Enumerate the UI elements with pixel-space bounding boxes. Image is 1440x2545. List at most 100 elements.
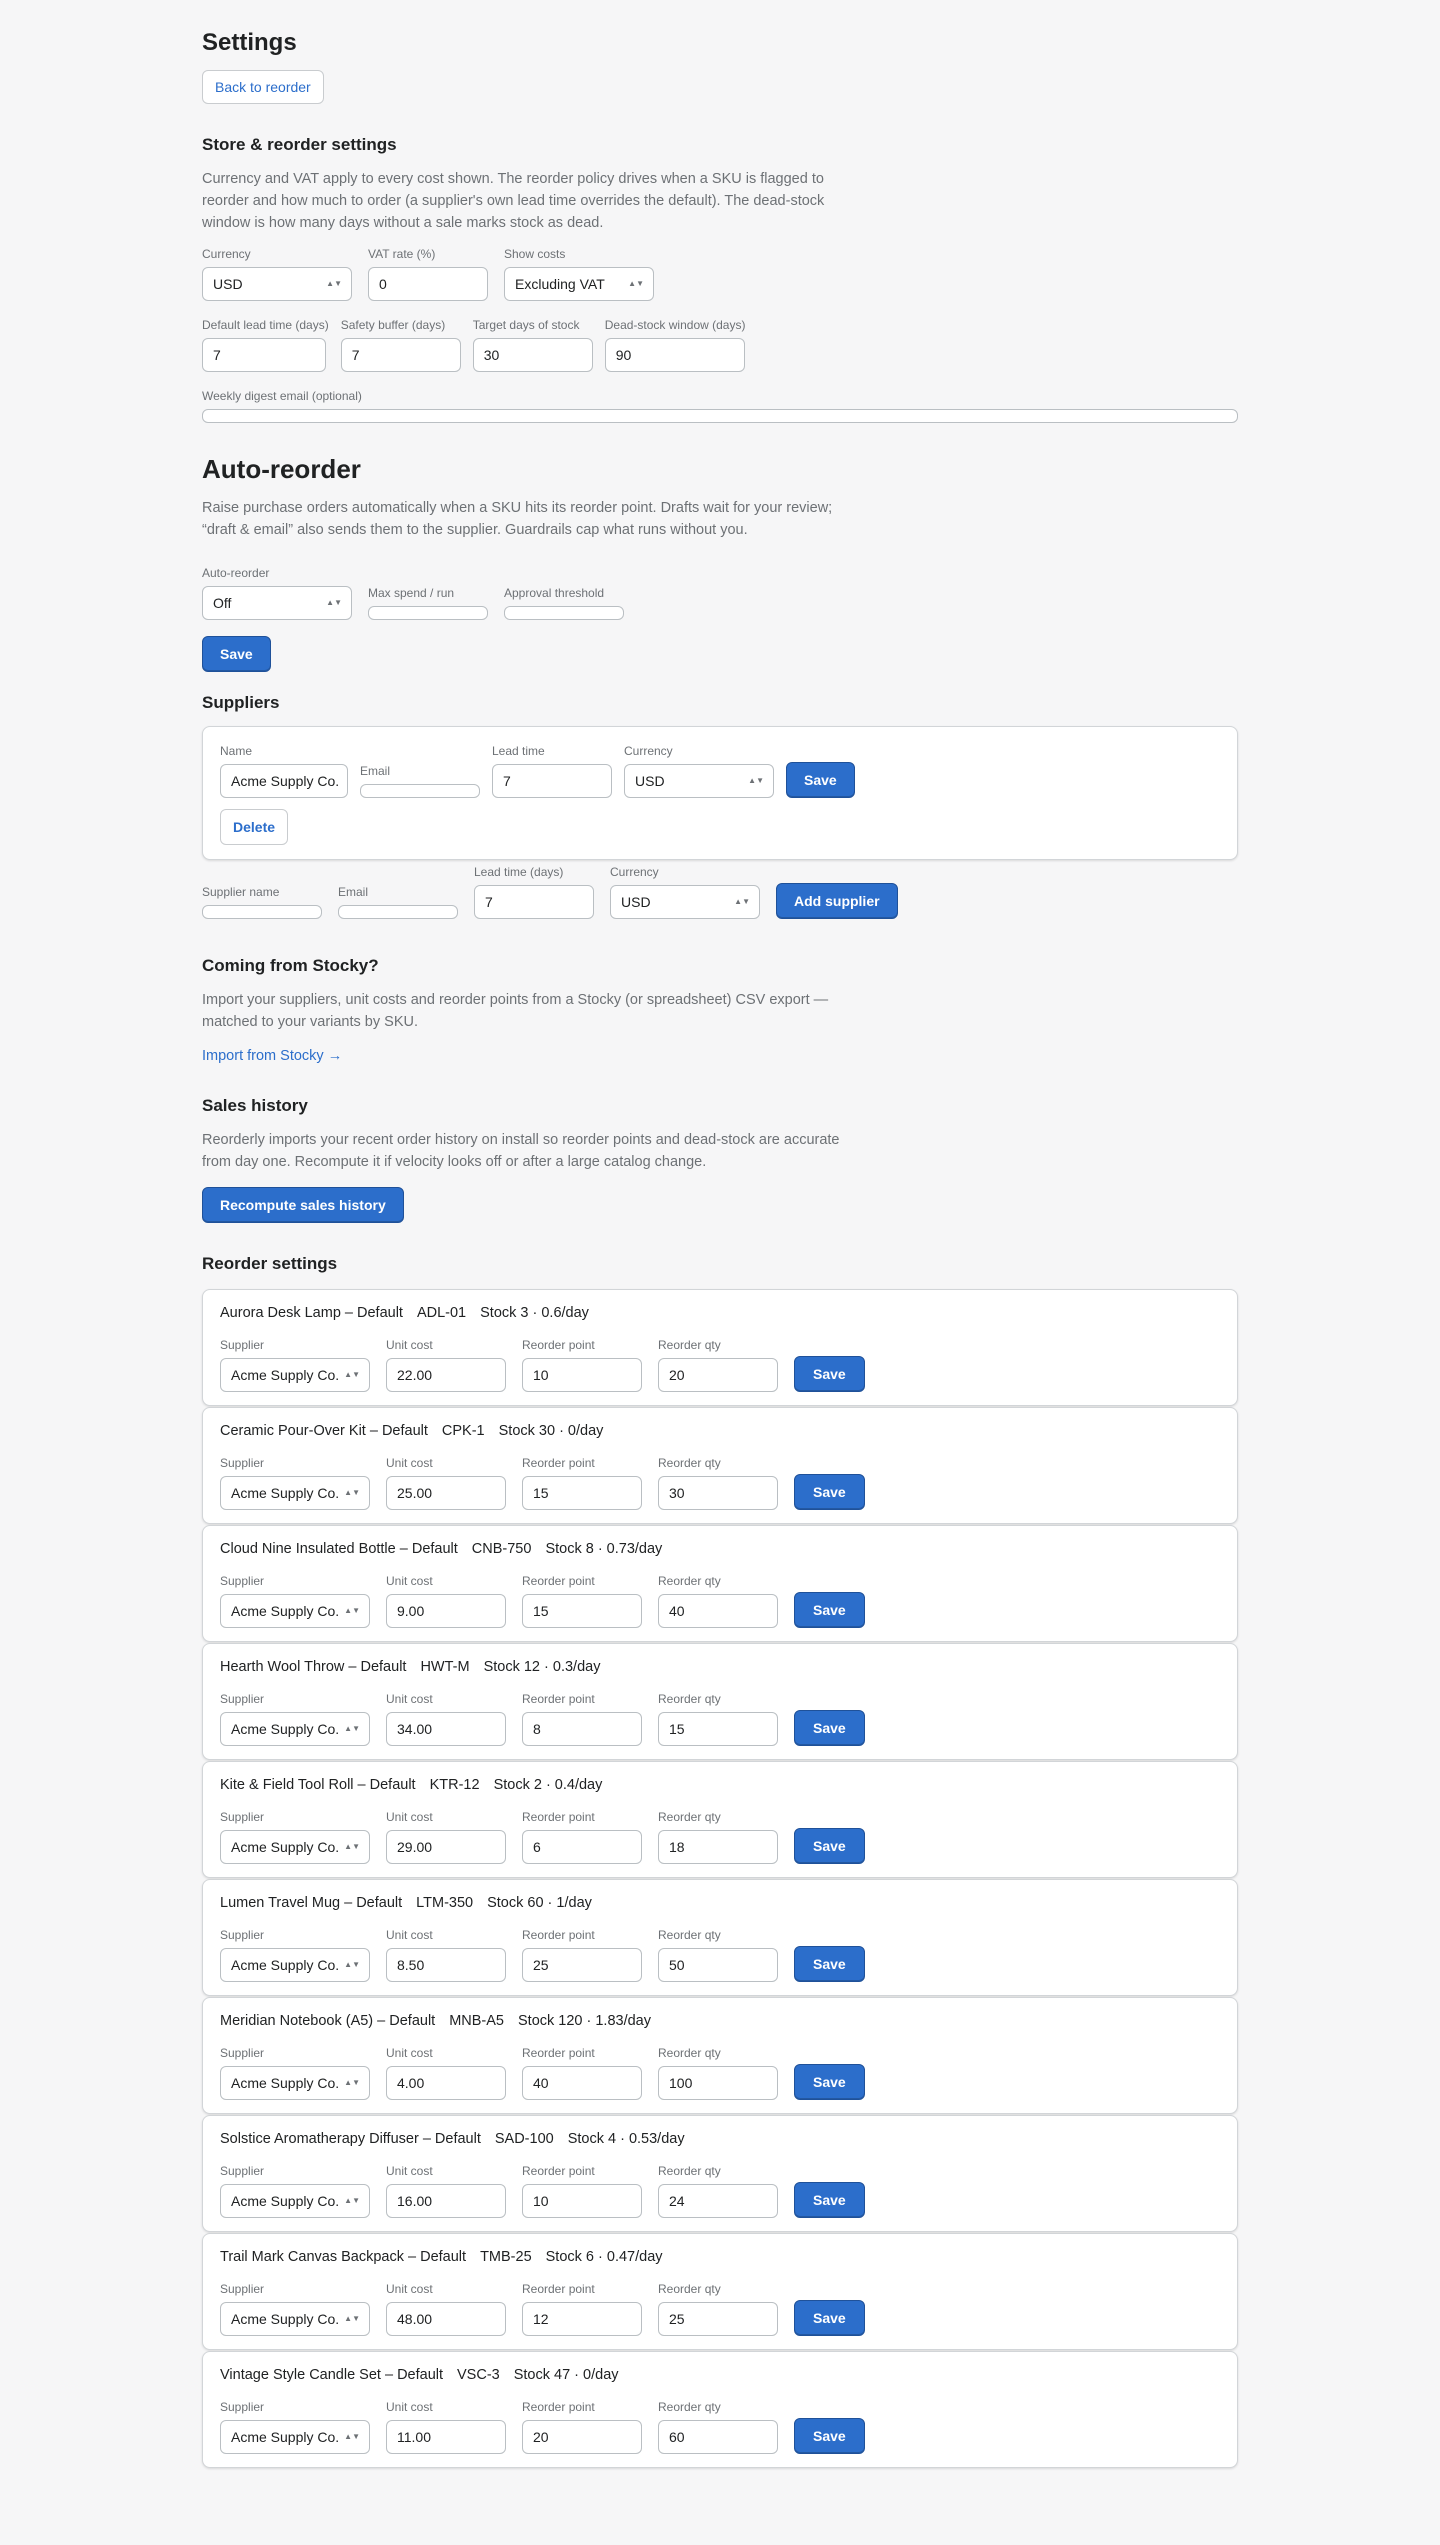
reorder-point-input[interactable]: 10 [522, 2184, 642, 2218]
back-to-reorder-button[interactable]: Back to reorder [202, 70, 324, 104]
unit-cost-input[interactable]: 16.00 [386, 2184, 506, 2218]
unit-cost-input[interactable]: 25.00 [386, 1476, 506, 1510]
row-save-button[interactable]: Save [794, 1946, 865, 1982]
reorder-qty-input[interactable]: 100 [658, 2066, 778, 2100]
row-supplier-select[interactable]: Acme Supply Co. ▲▼ [220, 2066, 370, 2100]
unit-cost-input[interactable]: 48.00 [386, 2302, 506, 2336]
vat-input[interactable]: 0 [368, 267, 488, 301]
row-supplier-value: Acme Supply Co. [231, 2311, 340, 2327]
reorder-row-title: Aurora Desk Lamp – Default ADL-01 Stock 3 … [220, 1305, 603, 1321]
product-stock: Stock 47 · 0/day [513, 2367, 619, 2383]
row-supplier-value: Acme Supply Co. [231, 1839, 340, 1855]
max-spend-input[interactable] [368, 606, 488, 620]
supplier-label: Supplier [220, 2164, 265, 2178]
reorder-point-input[interactable]: 15 [522, 1476, 642, 1510]
new-supplier-currency-select[interactable]: USD ▲▼ [610, 885, 760, 919]
row-supplier-select[interactable]: Acme Supply Co. ▲▼ [220, 1712, 370, 1746]
reorder-qty-input[interactable]: 50 [658, 1948, 778, 1982]
add-supplier-button[interactable]: Add supplier [776, 883, 898, 919]
row-supplier-value: Acme Supply Co. [231, 2075, 340, 2091]
unit-cost-input[interactable]: 11.00 [386, 2420, 506, 2454]
row-save-button[interactable]: Save [794, 1356, 865, 1392]
row-save-button[interactable]: Save [794, 2300, 865, 2336]
new-supplier-email-label: Email [338, 885, 369, 899]
weekly-digest-email-input[interactable] [202, 409, 1238, 423]
reorder-point-input[interactable]: 40 [522, 2066, 642, 2100]
safety-buffer-input[interactable]: 7 [340, 338, 461, 372]
row-supplier-select[interactable]: Acme Supply Co. ▲▼ [220, 2302, 370, 2336]
new-supplier-name-input[interactable] [202, 905, 322, 919]
supplier-email-input[interactable] [360, 784, 480, 798]
row-supplier-select[interactable]: Acme Supply Co. ▲▼ [220, 1358, 370, 1392]
row-save-button[interactable]: Save [794, 2182, 865, 2218]
reorder-qty-label: Reorder qty [658, 2400, 721, 2414]
supplier-delete-button[interactable]: Delete [220, 809, 289, 845]
unit-cost-input[interactable]: 9.00 [386, 1594, 506, 1628]
reorder-qty-input[interactable]: 25 [658, 2302, 778, 2336]
row-save-button[interactable]: Save [794, 2418, 865, 2454]
reorder-qty-input[interactable]: 15 [658, 1712, 778, 1746]
import-from-stocky-link[interactable]: Import from Stocky → [202, 1048, 342, 1064]
reorder-qty-input[interactable]: 20 [658, 1358, 778, 1392]
row-supplier-select[interactable]: Acme Supply Co. ▲▼ [220, 1476, 370, 1510]
show-costs-select[interactable]: Excluding VAT ▲▼ [504, 267, 654, 301]
row-save-button[interactable]: Save [794, 1474, 865, 1510]
reorder-qty-label: Reorder qty [658, 1692, 721, 1706]
reorder-qty-input[interactable]: 18 [658, 1830, 778, 1864]
row-supplier-select[interactable]: Acme Supply Co. ▲▼ [220, 1948, 370, 1982]
reorder-row: Meridian Notebook (A5) – Default MNB-A5 St… [202, 1997, 1238, 2114]
row-supplier-select[interactable]: Acme Supply Co. ▲▼ [220, 1830, 370, 1864]
row-save-button[interactable]: Save [794, 1592, 865, 1628]
reorder-point-input[interactable]: 15 [522, 1594, 642, 1628]
reorder-qty-input[interactable]: 40 [658, 1594, 778, 1628]
target-days-input[interactable]: 30 [472, 338, 593, 372]
weekly-digest-email-label: Weekly digest email (optional) [202, 389, 362, 403]
row-supplier-select[interactable]: Acme Supply Co. ▲▼ [220, 1594, 370, 1628]
unit-cost-input[interactable]: 29.00 [386, 1830, 506, 1864]
new-supplier-email-input[interactable] [338, 905, 458, 919]
auto-reorder-select[interactable]: Off ▲▼ [202, 586, 352, 620]
currency-select[interactable]: USD ▲▼ [202, 267, 352, 301]
unit-cost-input[interactable]: 34.00 [386, 1712, 506, 1746]
product-name: Kite & Field Tool Roll – Default [220, 1777, 416, 1793]
reorder-qty-input[interactable]: 60 [658, 2420, 778, 2454]
reorder-point-input[interactable]: 20 [522, 2420, 642, 2454]
default-lead-time-input[interactable]: 7 [202, 338, 326, 372]
recompute-sales-history-button[interactable]: Recompute sales history [202, 1187, 404, 1223]
product-sku: CNB-750 [471, 1541, 532, 1557]
supplier-save-button[interactable]: Save [786, 762, 855, 798]
stocky-heading: Coming from Stocky? [202, 956, 379, 975]
product-stock: Stock 6 · 0.47/day [545, 2249, 663, 2265]
reorder-point-input[interactable]: 25 [522, 1948, 642, 1982]
unit-cost-input[interactable]: 22.00 [386, 1358, 506, 1392]
unit-cost-input[interactable]: 4.00 [386, 2066, 506, 2100]
reorder-point-input[interactable]: 10 [522, 1358, 642, 1392]
row-supplier-select[interactable]: Acme Supply Co. ▲▼ [220, 2420, 370, 2454]
reorder-row-title: Kite & Field Tool Roll – Default KTR-12 St… [220, 1777, 616, 1793]
supplier-currency-select[interactable]: USD ▲▼ [624, 764, 774, 798]
reorder-row-title: Trail Mark Canvas Backpack – Default TMB-… [220, 2249, 677, 2265]
show-costs-label: Show costs [504, 247, 566, 261]
reorder-qty-input[interactable]: 24 [658, 2184, 778, 2218]
new-supplier-lead-time-input[interactable]: 7 [474, 885, 594, 919]
reorder-row-title: Ceramic Pour-Over Kit – Default CPK-1 Stoc… [220, 1423, 617, 1439]
row-save-button[interactable]: Save [794, 1828, 865, 1864]
dead-stock-window-input[interactable]: 90 [604, 338, 745, 372]
row-supplier-select[interactable]: Acme Supply Co. ▲▼ [220, 2184, 370, 2218]
reorder-qty-label: Reorder qty [658, 1810, 721, 1824]
unit-cost-label: Unit cost [386, 1574, 433, 1588]
reorder-point-input[interactable]: 8 [522, 1712, 642, 1746]
reorder-row-title: Lumen Travel Mug – Default LTM-350 Stock 6… [220, 1895, 606, 1911]
reorder-point-input[interactable]: 6 [522, 1830, 642, 1864]
currency-value: USD [213, 276, 243, 292]
row-save-button[interactable]: Save [794, 1710, 865, 1746]
approval-threshold-input[interactable] [504, 606, 624, 620]
reorder-qty-label: Reorder qty [658, 1456, 721, 1470]
supplier-lead-time-input[interactable]: 7 [492, 764, 612, 798]
row-save-button[interactable]: Save [794, 2064, 865, 2100]
reorder-qty-input[interactable]: 30 [658, 1476, 778, 1510]
reorder-point-input[interactable]: 12 [522, 2302, 642, 2336]
supplier-name-input[interactable]: Acme Supply Co. [220, 764, 348, 798]
unit-cost-input[interactable]: 8.50 [386, 1948, 506, 1982]
auto-reorder-save-button[interactable]: Save [202, 636, 271, 672]
